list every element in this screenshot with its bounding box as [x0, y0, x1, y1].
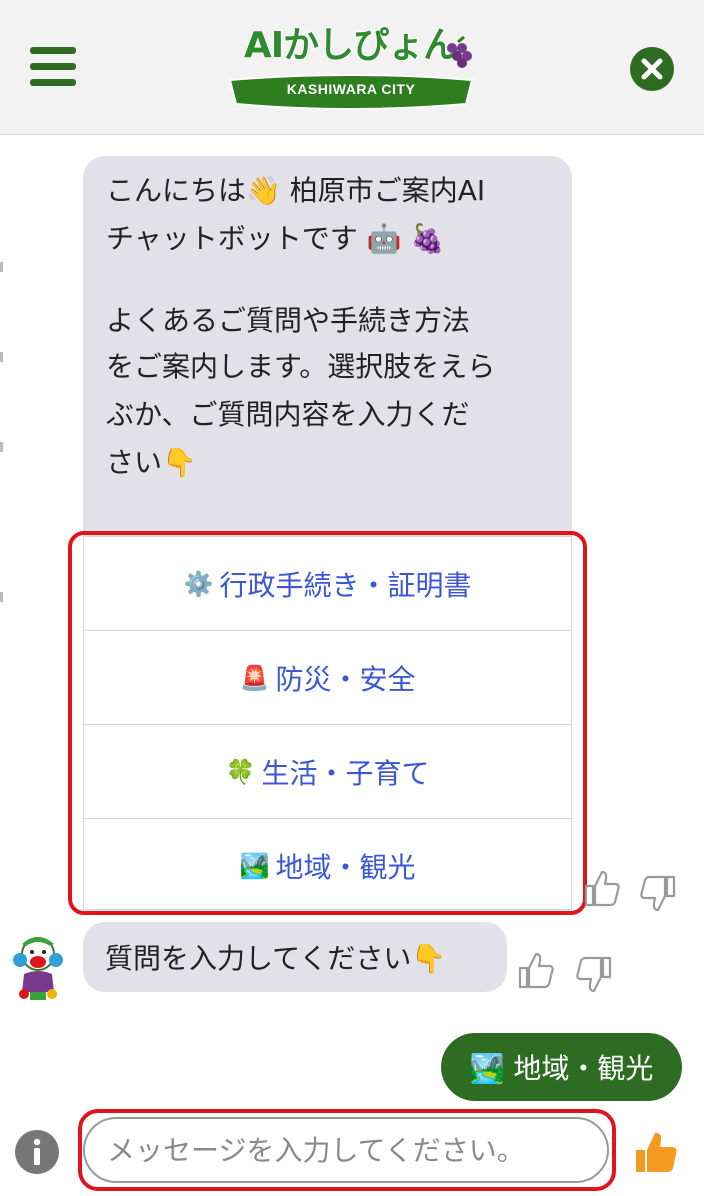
logo-title: AIかしぴょん [243, 24, 460, 67]
bot-message-bubble: 質問を入力してください👇 [83, 922, 507, 992]
edge-mark [0, 352, 3, 362]
app-logo: AIかしぴょん KASHIWARA CITY [220, 22, 482, 114]
mascot-avatar [13, 937, 63, 1000]
edge-mark [0, 262, 3, 272]
info-icon[interactable] [15, 1130, 59, 1174]
thumbs-up-icon[interactable] [582, 868, 622, 908]
close-icon[interactable] [630, 47, 674, 91]
bot-message-line: をご案内します。選択肢をえら [106, 350, 496, 383]
hamburger-menu-icon[interactable] [30, 47, 76, 87]
edge-mark [0, 592, 3, 602]
thumbs-up-icon[interactable] [516, 950, 556, 990]
grape-icon [447, 36, 472, 68]
user-message-text: 🏞️ 地域・観光 [469, 1052, 654, 1085]
thumbs-up-send-icon[interactable] [632, 1128, 680, 1176]
bot-message-line: ぶか、ご質問内容を入力くだ [106, 398, 470, 431]
thumbs-down-icon[interactable] [638, 874, 678, 914]
chat-header: AIかしぴょん KASHIWARA CITY [0, 0, 704, 135]
user-message-bubble: 🏞️ 地域・観光 [441, 1033, 682, 1101]
edge-mark [0, 442, 3, 452]
bot-message-line: チャットボットです 🤖 🍇 [106, 222, 446, 255]
bot-message-line: こんにちは👋 柏原市ご案内AI [106, 174, 486, 207]
bot-message-line: さい👇 [106, 446, 197, 479]
input-highlight-box [78, 1109, 616, 1191]
bot-message-text: 質問を入力してください👇 [105, 942, 447, 975]
options-highlight-box [68, 531, 587, 915]
logo-subtitle: KASHIWARA CITY [286, 81, 416, 97]
bot-message-line: よくあるご質問や手続き方法 [106, 304, 471, 337]
thumbs-down-icon[interactable] [574, 955, 614, 995]
